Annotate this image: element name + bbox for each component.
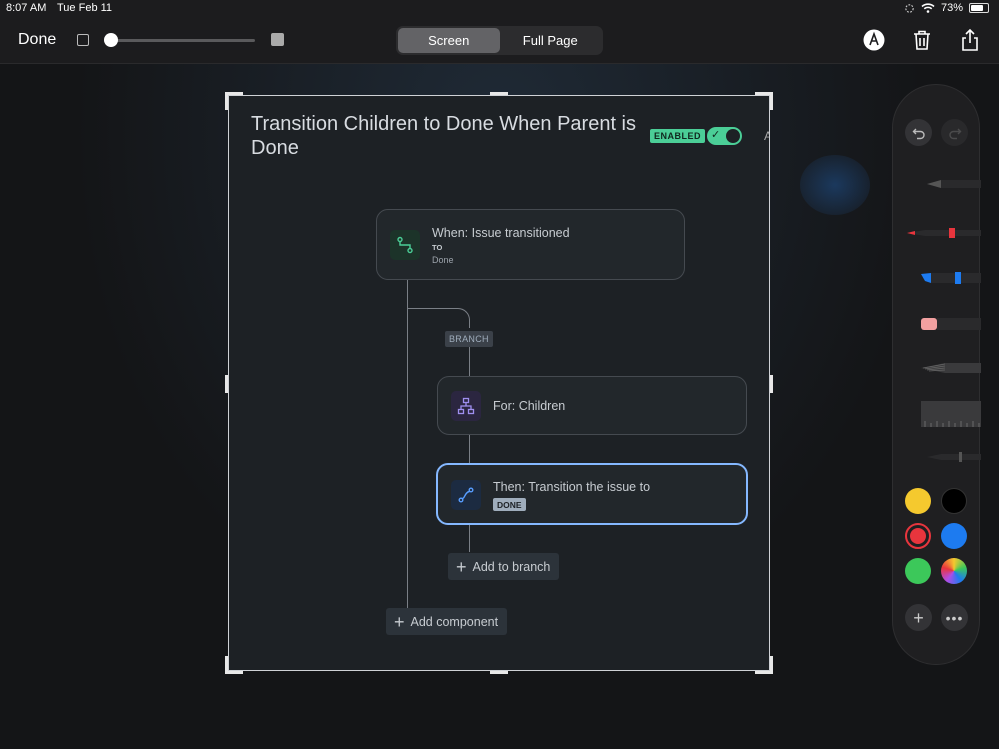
add-component-label: Add component [410, 614, 499, 629]
ruler-tool-icon[interactable] [921, 401, 981, 427]
color-red-fill [910, 528, 926, 544]
crop-handle-top[interactable] [490, 92, 508, 95]
color-red-swatch-selected[interactable] [905, 523, 931, 549]
hierarchy-icon [451, 391, 481, 421]
share-icon[interactable] [957, 27, 983, 53]
fountain-pen-tool-icon[interactable] [927, 449, 981, 463]
trigger-to-value: Done [432, 255, 454, 265]
branch-connector-2 [469, 346, 470, 376]
transition-action-icon [451, 480, 481, 510]
color-picker-swatch[interactable] [941, 558, 967, 584]
color-blue-swatch[interactable] [941, 523, 967, 549]
battery-percent: 73% [940, 2, 963, 14]
screenshot-toolbar: Done Screen Full Page [0, 18, 999, 64]
undo-icon [912, 128, 925, 139]
battery-fill [971, 5, 983, 11]
mode-full-page[interactable]: Full Page [500, 28, 602, 53]
marker-tool-icon[interactable] [907, 225, 981, 241]
trigger-card[interactable]: When: Issue transitioned TO Done [376, 209, 685, 280]
rule-title: Transition Children to Done When Parent … [251, 113, 636, 159]
branch-connector-3 [469, 435, 470, 463]
done-lozenge: DONE [493, 498, 526, 511]
action-title: Then: Transition the issue to [493, 480, 651, 494]
add-component-button[interactable]: + Add component [386, 608, 508, 635]
battery-icon [969, 3, 989, 13]
action-card[interactable]: Then: Transition the issue to DONE [436, 463, 748, 525]
ellipsis-icon: ••• [945, 609, 964, 626]
crop-handle-bottom-left-v[interactable] [225, 656, 228, 674]
toggle-knob [726, 129, 740, 143]
crop-handle-top-left-v[interactable] [225, 92, 228, 110]
color-green-swatch[interactable] [905, 558, 931, 584]
trash-icon[interactable] [909, 27, 935, 53]
branch-label: BRANCH [445, 331, 493, 347]
capture-mode-control[interactable]: Screen Full Page [396, 26, 603, 55]
status-bar: 8:07 AM Tue Feb 11 73% [0, 0, 999, 18]
add-to-branch-button[interactable]: + Add to branch [448, 553, 560, 580]
crop-handle-left[interactable] [225, 375, 228, 393]
rule-enabled-toggle[interactable]: ✓ [707, 127, 742, 145]
undo-button[interactable] [905, 119, 932, 146]
add-shape-button[interactable]: + [905, 604, 932, 631]
plus-icon: + [394, 611, 405, 632]
status-right: 73% [904, 2, 989, 14]
mode-screen[interactable]: Screen [398, 28, 500, 53]
opacity-min-icon [77, 34, 89, 46]
eraser-tool-icon[interactable] [921, 315, 981, 333]
opacity-slider-knob[interactable] [104, 33, 118, 47]
transition-icon [390, 230, 420, 260]
markup-tool-palette: + ••• [892, 84, 981, 665]
markup-pen-icon[interactable] [861, 27, 887, 53]
truncated-text: A [764, 129, 769, 143]
branch-title: For: Children [493, 399, 566, 413]
background-blur-blob [800, 155, 870, 215]
wifi-icon [921, 3, 935, 13]
add-to-branch-label: Add to branch [472, 559, 551, 574]
plus-icon: + [456, 556, 467, 577]
pencil-tool-icon[interactable] [921, 359, 981, 377]
crop-handle-bottom-right-v[interactable] [770, 656, 773, 674]
check-icon: ✓ [711, 129, 721, 141]
crop-handle-right[interactable] [770, 375, 773, 393]
crop-region[interactable]: Transition Children to Done When Parent … [228, 95, 770, 671]
redo-icon [948, 128, 961, 139]
redo-button[interactable] [941, 119, 968, 146]
status-time: 8:07 AM [6, 2, 47, 14]
opacity-slider[interactable] [110, 39, 255, 42]
branch-connector-4 [469, 525, 470, 552]
highlighter-tool-icon[interactable] [921, 269, 981, 287]
done-button[interactable]: Done [18, 31, 56, 49]
branch-connector [407, 308, 470, 328]
more-options-button[interactable]: ••• [941, 604, 968, 631]
opacity-max-icon [271, 33, 284, 46]
trigger-to-label: TO [432, 243, 443, 252]
plus-icon: + [913, 607, 924, 628]
color-yellow-swatch[interactable] [905, 488, 931, 514]
crop-handle-bottom[interactable] [490, 671, 508, 674]
main-connector [407, 280, 408, 610]
trigger-title: When: Issue transitioned [432, 226, 570, 240]
branch-card[interactable]: For: Children [437, 376, 747, 435]
pen-tool-icon[interactable] [927, 177, 981, 191]
status-badge: ENABLED [650, 129, 706, 143]
crop-handle-top-right-v[interactable] [770, 92, 773, 110]
color-black-swatch[interactable] [941, 488, 967, 514]
rotation-lock-icon [905, 3, 914, 13]
status-date: Tue Feb 11 [57, 2, 113, 14]
